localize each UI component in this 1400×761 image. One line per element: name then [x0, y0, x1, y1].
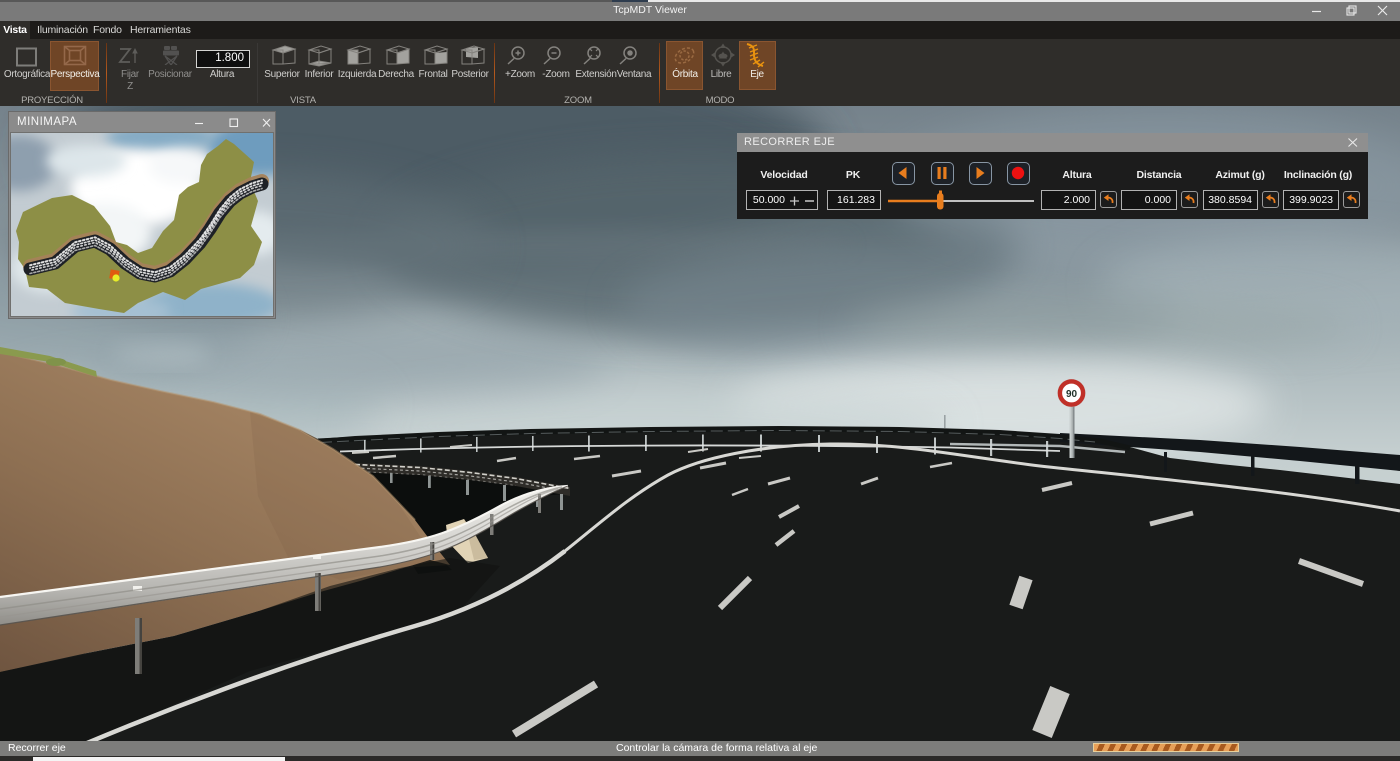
svg-text:90: 90	[1066, 389, 1078, 400]
